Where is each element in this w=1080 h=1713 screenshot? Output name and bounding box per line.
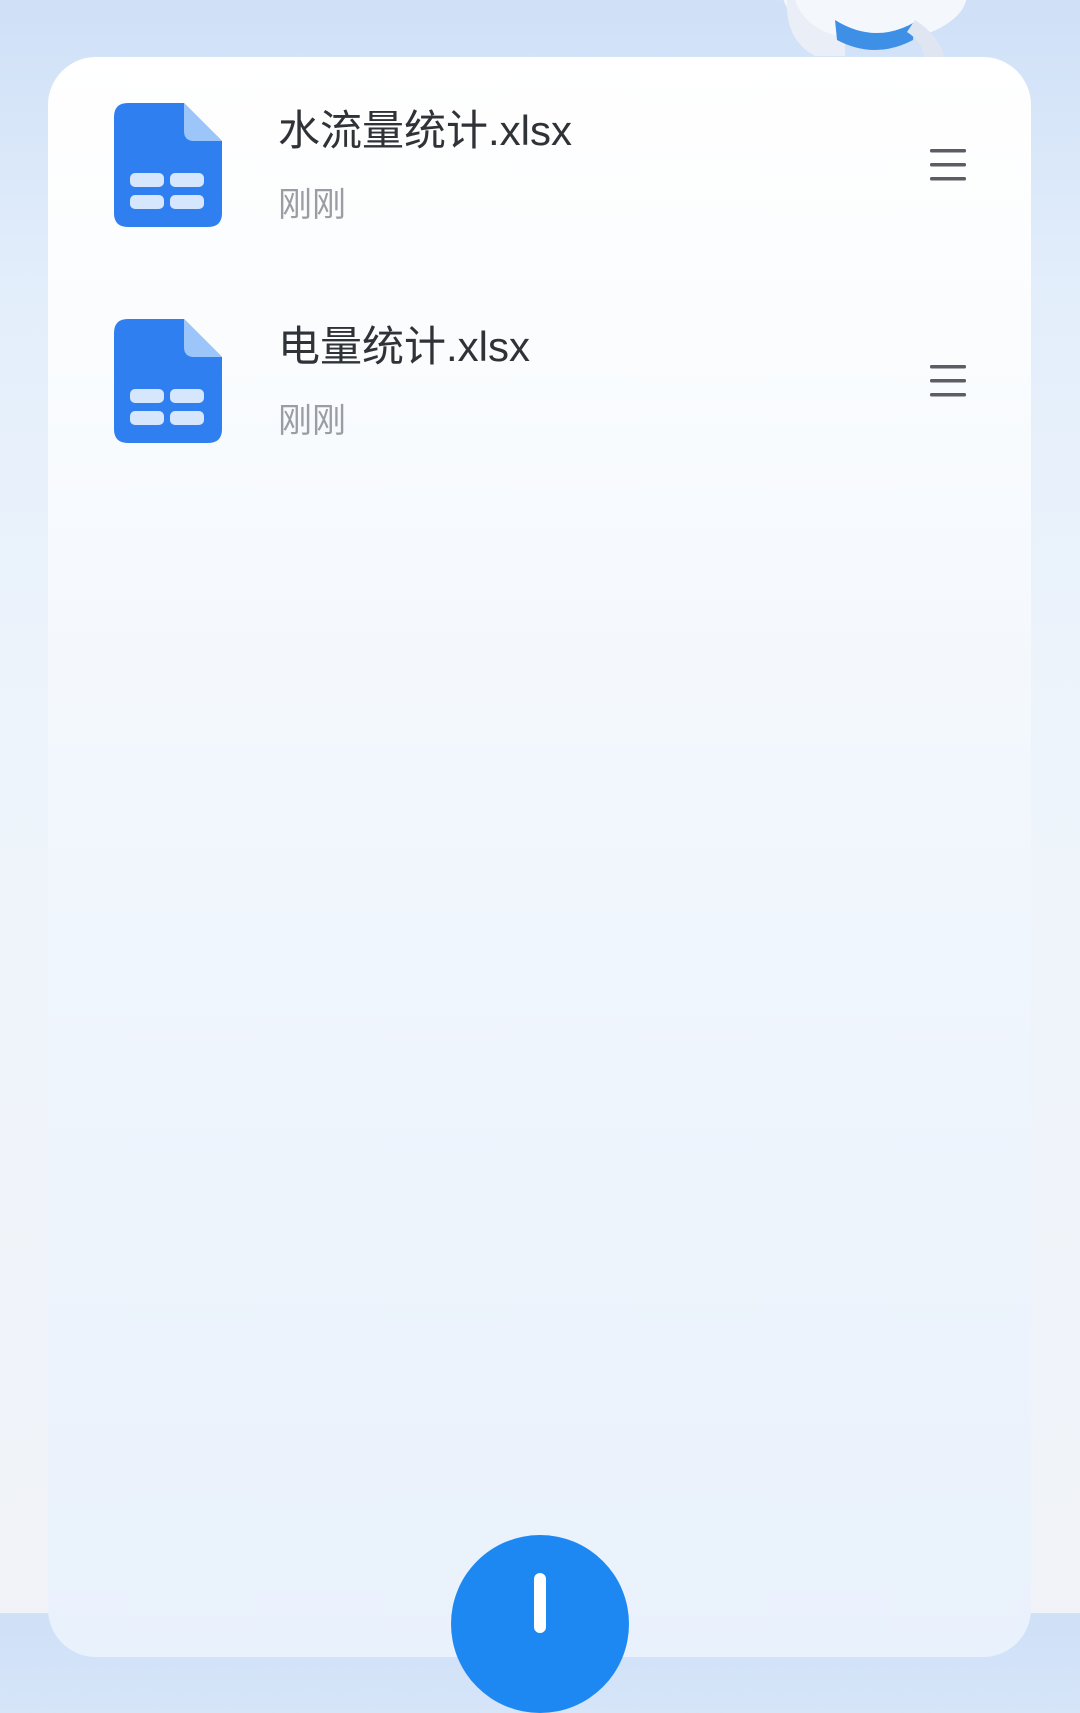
file-name: 水流量统计.xlsx — [278, 107, 573, 154]
spreadsheet-file-icon — [114, 319, 222, 443]
file-list-item[interactable]: 水流量统计.xlsx 刚刚 — [48, 97, 1031, 297]
file-name: 电量统计.xlsx — [278, 323, 531, 370]
plus-icon — [534, 1573, 546, 1633]
menu-icon[interactable] — [928, 363, 968, 399]
mascot-illustration — [783, 0, 967, 60]
add-file-button[interactable] — [451, 1535, 629, 1713]
file-list-card: 水流量统计.xlsx 刚刚 电量统计.xlsx 刚刚 — [48, 57, 1031, 1657]
menu-icon[interactable] — [928, 147, 968, 183]
spreadsheet-file-icon — [114, 103, 222, 227]
file-modified-time: 刚刚 — [278, 186, 346, 224]
file-modified-time: 刚刚 — [278, 402, 346, 440]
file-list-item[interactable]: 电量统计.xlsx 刚刚 — [48, 313, 1031, 513]
